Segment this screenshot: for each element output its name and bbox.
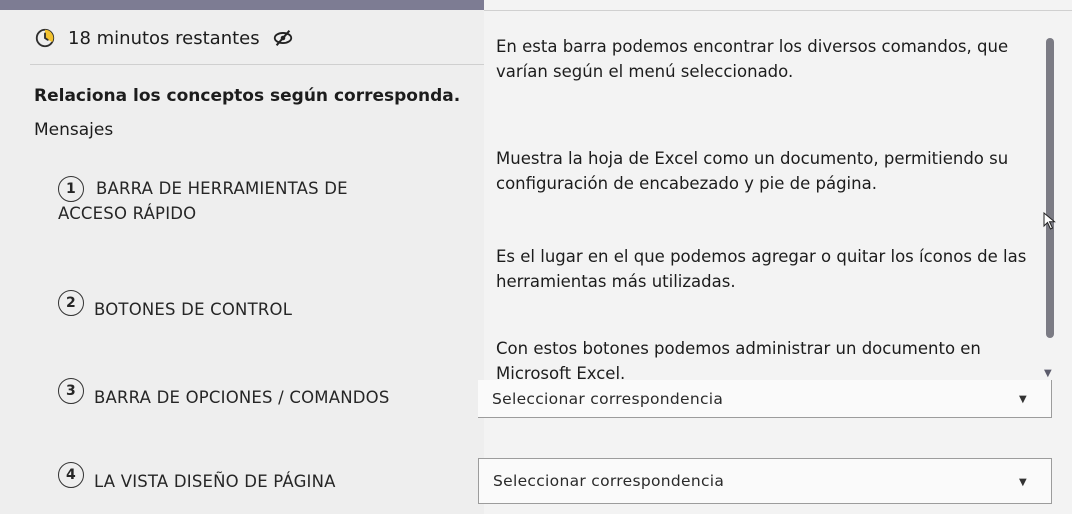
correspondence-select-2[interactable]: Seleccionar correspondencia ▼	[478, 458, 1052, 504]
section-label-mensajes: Mensajes	[34, 120, 114, 140]
progress-accent-bar	[0, 0, 484, 10]
concept-label: BARRA DE HERRAMIENTAS DE ACCESO RÁPIDO	[58, 179, 348, 223]
timer: 18 minutos restantes	[34, 24, 294, 52]
select-value: Seleccionar correspondencia	[492, 389, 724, 408]
divider	[30, 64, 484, 65]
clock-icon	[35, 28, 55, 48]
question-instruction: Relaciona los conceptos según correspond…	[34, 86, 461, 106]
concept-label: BOTONES DE CONTROL	[94, 300, 293, 319]
mouse-cursor-icon	[1043, 212, 1056, 230]
chevron-down-icon: ▼	[1019, 394, 1027, 405]
select-value: Seleccionar correspondencia	[493, 472, 725, 490]
description-option-3[interactable]: Es el lugar en el que podemos agregar o …	[496, 244, 1036, 294]
concept-item-3: 3 BARRA DE OPCIONES / COMANDOS	[58, 378, 390, 410]
concept-item-2: 2 BOTONES DE CONTROL	[58, 290, 293, 322]
question-panel	[0, 0, 484, 514]
item-number-badge: 3	[58, 378, 84, 404]
scroll-down-icon[interactable]: ▼	[1044, 368, 1052, 379]
item-number-badge: 4	[58, 462, 84, 488]
description-option-1[interactable]: En esta barra podemos encontrar los dive…	[496, 34, 1036, 84]
concept-label: LA VISTA DISEÑO DE PÁGINA	[94, 472, 336, 491]
scrollbar[interactable]	[1046, 38, 1054, 338]
concept-label: BARRA DE OPCIONES / COMANDOS	[94, 388, 390, 407]
timer-text: 18 minutos restantes	[68, 27, 260, 49]
description-option-2[interactable]: Muestra la hoja de Excel como un documen…	[496, 146, 1036, 196]
panel-top-border	[484, 10, 1072, 11]
eye-slash-icon[interactable]	[272, 27, 294, 49]
item-number-badge: 2	[58, 290, 84, 316]
item-number-badge: 1	[58, 176, 84, 202]
description-option-4[interactable]: Con estos botones podemos administrar un…	[496, 336, 1036, 386]
concept-item-4: 4 LA VISTA DISEÑO DE PÁGINA	[58, 462, 336, 494]
correspondence-select-1[interactable]: Seleccionar correspondencia ▼	[478, 380, 1052, 418]
chevron-down-icon: ▼	[1019, 477, 1027, 488]
concept-item-1: 1 BARRA DE HERRAMIENTAS DE ACCESO RÁPIDO	[58, 176, 418, 226]
